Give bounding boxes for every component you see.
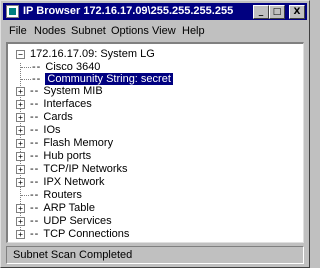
menu-file[interactable]: File — [9, 24, 27, 39]
tree-item-label: Cards — [43, 111, 73, 123]
expand-icon[interactable]: + — [16, 217, 25, 226]
window-title: IP Browser 172.16.17.09\255.255.255.255 — [23, 5, 234, 17]
menu-nodes[interactable]: Nodes — [34, 24, 66, 39]
expand-icon[interactable]: + — [16, 100, 25, 109]
expand-icon[interactable]: + — [16, 139, 25, 148]
status-text: Subnet Scan Completed — [13, 249, 133, 261]
minimize-button[interactable]: _ — [253, 5, 269, 19]
status-bar: Subnet Scan Completed — [6, 246, 304, 264]
tree-item-label: ARP Table — [43, 202, 95, 214]
collapse-icon[interactable]: − — [16, 50, 25, 59]
expand-icon[interactable]: + — [16, 230, 25, 239]
expand-icon[interactable]: + — [16, 152, 25, 161]
expand-icon[interactable]: + — [16, 178, 25, 187]
tree-item-label: UDP Services — [43, 215, 112, 227]
expand-icon[interactable]: + — [16, 165, 25, 174]
menu-view[interactable]: View — [152, 24, 176, 39]
tree-connector — [21, 67, 31, 68]
tree-view[interactable]: − 172.16.17.09: System LG -- Cisco 3640 … — [6, 42, 304, 243]
menu-help[interactable]: Help — [182, 24, 205, 39]
maximize-button[interactable]: □ — [269, 5, 285, 19]
expand-icon[interactable]: + — [16, 113, 25, 122]
tree-root-label[interactable]: 172.16.17.09: System LG — [30, 48, 155, 61]
menu-options[interactable]: Options — [111, 24, 149, 39]
tree-item-hub-ports[interactable]: -- Hub ports — [30, 150, 91, 163]
title-bar[interactable]: IP Browser 172.16.17.09\255.255.255.255 … — [3, 3, 307, 20]
tree-item-label: Cisco 3640 — [45, 61, 101, 73]
tree-item-system-mib[interactable]: -- System MIB — [30, 85, 103, 98]
tree-item-flash-memory[interactable]: -- Flash Memory — [30, 137, 113, 150]
tree-item-ipx-network[interactable]: -- IPX Network — [30, 176, 105, 189]
expand-icon[interactable]: + — [16, 126, 25, 135]
tree-item-udp-services[interactable]: -- UDP Services — [30, 215, 112, 228]
tree-item-cards[interactable]: -- Cards — [30, 111, 73, 124]
menu-bar: File Nodes Subnet Options View Help — [3, 22, 307, 40]
tree-item-label: IOs — [43, 124, 61, 136]
tree-item-arp-table[interactable]: -- ARP Table — [30, 202, 95, 215]
menu-subnet[interactable]: Subnet — [71, 24, 106, 39]
tree-item-label: Hub ports — [43, 150, 92, 162]
tree-item-label: Interfaces — [43, 98, 92, 110]
tree-item-label: Routers — [43, 189, 82, 201]
tree-item-label: TCP/IP Networks — [43, 163, 128, 175]
app-window: IP Browser 172.16.17.09\255.255.255.255 … — [0, 0, 310, 268]
tree-connector — [21, 79, 31, 80]
close-button[interactable]: X — [289, 5, 305, 19]
tree-item-label: Flash Memory — [43, 137, 114, 149]
tree-item-tcpip-networks[interactable]: -- TCP/IP Networks — [30, 163, 128, 176]
tree-item-ios[interactable]: -- IOs — [30, 124, 61, 137]
tree-item-routers[interactable]: -- Routers — [30, 189, 82, 202]
tree-item-label: System MIB — [43, 85, 103, 97]
expand-icon[interactable]: + — [16, 87, 25, 96]
expand-icon[interactable]: + — [16, 204, 25, 213]
tree-connector — [21, 195, 29, 196]
tree-item-interfaces[interactable]: -- Interfaces — [30, 98, 92, 111]
tree-item-label: IPX Network — [43, 176, 105, 188]
app-icon[interactable] — [6, 5, 19, 18]
tree-item-tcp-connections[interactable]: -- TCP Connections — [30, 228, 129, 241]
tree-item-label: TCP Connections — [43, 228, 130, 240]
tree-item-label-selected: Community String: secret — [45, 73, 173, 85]
